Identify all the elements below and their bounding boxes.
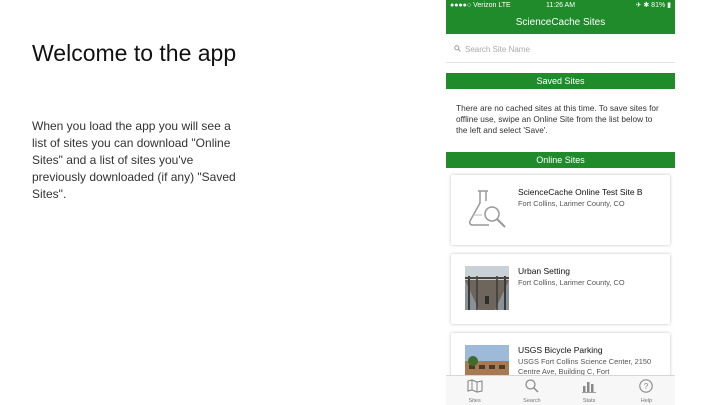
search-input[interactable] [465, 40, 665, 58]
status-bar: ●●●●○ Verizon LTE 11:26 AM ✈ ✱ 81% ▮ [446, 0, 675, 12]
tab-search[interactable]: Search [503, 376, 560, 405]
saved-sites-header: Saved Sites [446, 73, 675, 89]
search-icon [454, 45, 461, 52]
tab-help[interactable]: ? Help [618, 376, 675, 405]
slide-title: Welcome to the app [32, 40, 237, 66]
tab-label: Search [523, 398, 541, 404]
site-title: USGS Bicycle Parking [518, 345, 603, 355]
saved-sites-empty-message: There are no cached sites at this time. … [456, 103, 659, 135]
site-card-test-site-b[interactable]: ScienceCache Online Test Site B Fort Col… [451, 175, 670, 245]
site-location: USGS Fort Collins Science Center, 2150 C… [518, 357, 652, 376]
svg-text:?: ? [644, 382, 649, 391]
tab-label: Stats [582, 398, 596, 404]
map-icon [467, 379, 483, 393]
bar-chart-icon [582, 382, 597, 393]
site-location: Fort Collins, Larimer County, CO [518, 278, 625, 287]
carrier-signal: ●●●●○ Verizon LTE [450, 2, 511, 9]
nav-title: ScienceCache Sites [446, 12, 675, 34]
tab-stats[interactable]: Stats [561, 376, 618, 405]
flask-magnifier-icon [469, 190, 506, 228]
search-bar[interactable] [446, 36, 675, 63]
site-title: ScienceCache Online Test Site B [518, 187, 643, 197]
online-sites-header: Online Sites [446, 152, 675, 168]
battery-status: ✈ ✱ 81% ▮ [635, 2, 671, 9]
status-time: 11:26 AM [546, 2, 576, 9]
tab-label: Help [640, 398, 653, 404]
site-title: Urban Setting [518, 266, 570, 276]
tab-bar: Sites Search Stats ? Help [446, 375, 675, 405]
site-card-urban-setting[interactable]: Urban Setting Fort Collins, Larimer Coun… [451, 254, 670, 324]
bridge-photo [465, 266, 509, 310]
help-icon: ? [639, 379, 654, 393]
tab-label: Sites [468, 398, 481, 404]
search-icon [525, 379, 539, 393]
phone-screen: ●●●●○ Verizon LTE 11:26 AM ✈ ✱ 81% ▮ Sci… [446, 0, 675, 405]
tab-sites[interactable]: Sites [446, 376, 503, 405]
site-location: Fort Collins, Larimer County, CO [518, 199, 625, 208]
slide-body-text: When you load the app you will see a lis… [32, 119, 236, 201]
